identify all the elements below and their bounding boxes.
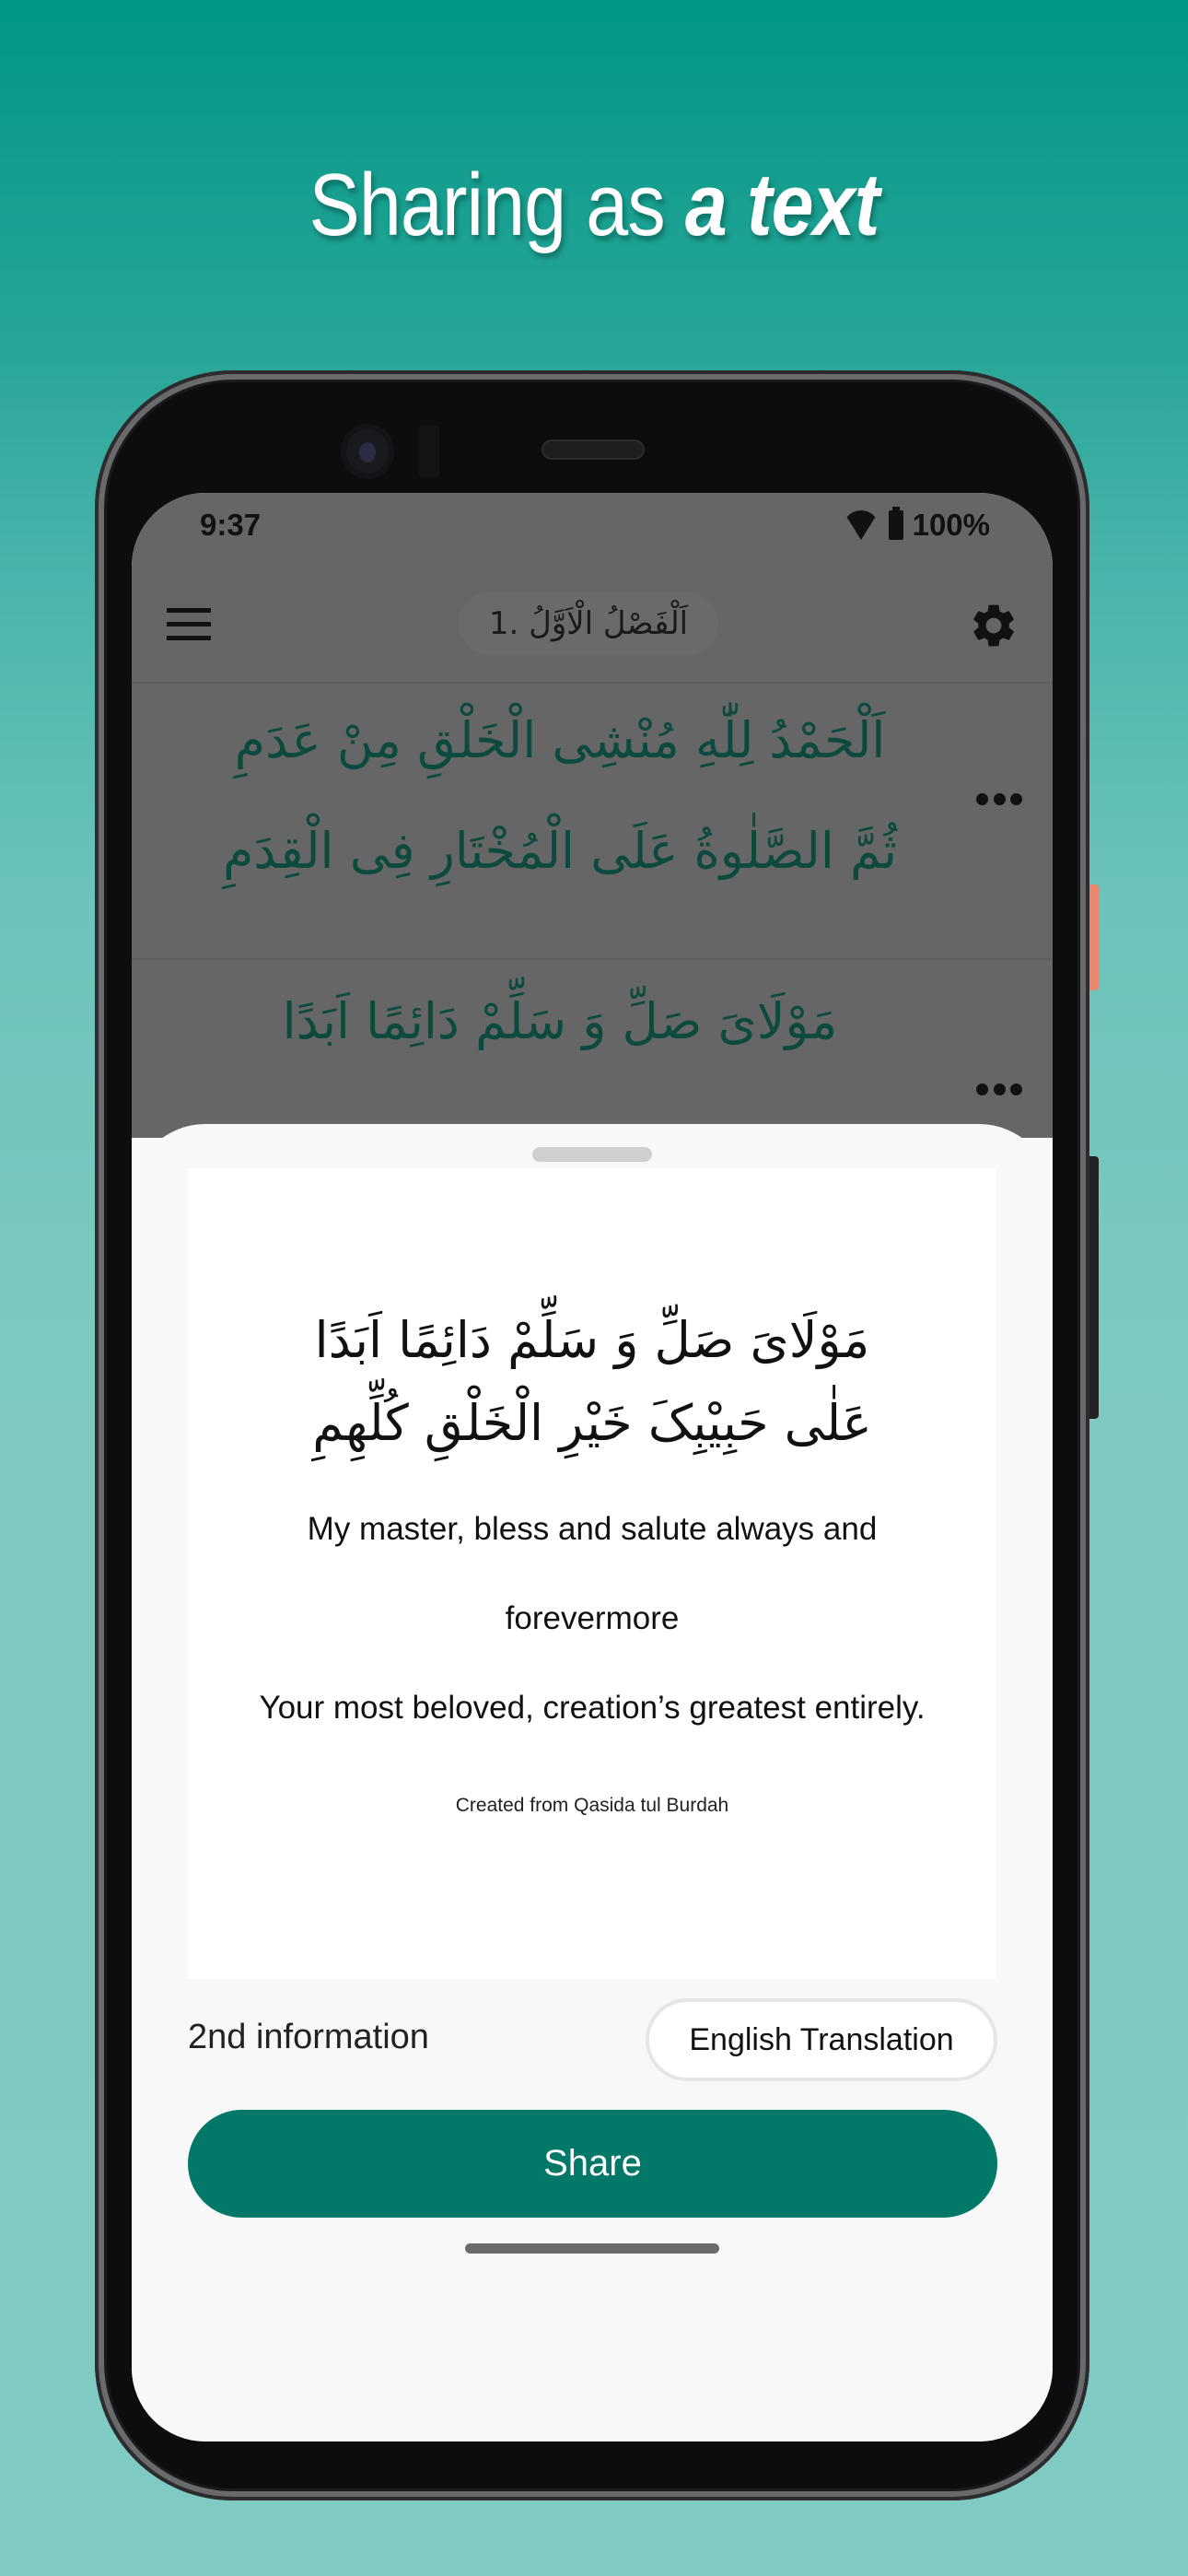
verse-row[interactable]: اَلْحَمْدُ لِلّٰهِ مُنْشِی الْخَلْقِ مِن…	[132, 682, 1053, 958]
preview-translation-line: forevermore	[505, 1600, 680, 1636]
battery-icon	[888, 507, 903, 540]
chapter-title[interactable]: اَلْفَصْلُ الْاَوَّلُ .1	[459, 592, 718, 655]
volume-button	[1089, 1156, 1099, 1419]
drag-handle[interactable]	[532, 1147, 652, 1162]
preview-arabic-line: عَلٰی حَبِیْبِکَ خَیْرِ الْخَلْقِ کُلِّه…	[312, 1394, 872, 1452]
secondary-info-selector[interactable]: English Translation	[646, 1998, 997, 2081]
preview-credit: Created from Qasida tul Burdah	[455, 1795, 729, 1816]
more-horizontal-icon[interactable]	[976, 1080, 1022, 1098]
app-bar: اَلْفَصْلُ الْاَوَّلُ .1	[132, 567, 1053, 677]
gear-icon[interactable]	[968, 600, 1019, 651]
page-headline: Sharing as a text	[83, 155, 1104, 256]
verse-line: مَوْلَایَ صَلِّ وَ سَلِّمْ دَائِمًا اَبَ…	[282, 992, 838, 1050]
power-button	[1089, 884, 1099, 990]
share-button[interactable]: Share	[188, 2110, 997, 2218]
share-preview-card: مَوْلَایَ صَلِّ وَ سَلِّمْ دَائِمًا اَبَ…	[188, 1168, 996, 1979]
status-time: 9:37	[200, 508, 262, 542]
dimmed-background[interactable]: 9:37 100% اَلْفَصْلُ الْاَوَّلُ .1 اَلْح…	[132, 493, 1053, 1138]
more-horizontal-icon[interactable]	[976, 790, 1022, 808]
front-camera-icon	[341, 424, 394, 479]
battery-percent: 100%	[912, 508, 990, 542]
preview-arabic-line: مَوْلَایَ صَلِّ وَ سَلِّمْ دَائِمًا اَبَ…	[314, 1311, 870, 1369]
home-indicator[interactable]	[465, 2243, 719, 2254]
earpiece-speaker-icon	[542, 439, 645, 460]
verse-line: اَلْحَمْدُ لِلّٰهِ مُنْشِی الْخَلْقِ مِن…	[234, 711, 886, 769]
status-icons: 100%	[842, 507, 990, 543]
verse-line: ثُمَّ الصَّلٰوةُ عَلَی الْمُخْتَارِ فِی …	[223, 822, 897, 880]
secondary-info-label: 2nd information	[188, 2018, 429, 2056]
wifi-icon	[842, 510, 879, 540]
headline-emphasis: a text	[684, 156, 879, 254]
preview-translation-line: Your most beloved, creation’s greatest e…	[259, 1690, 926, 1726]
status-bar: 9:37 100%	[132, 493, 1053, 557]
headline-plain: Sharing as	[309, 156, 685, 254]
sensor-icon	[419, 426, 439, 477]
menu-icon[interactable]	[167, 608, 211, 641]
preview-translation-line: My master, bless and salute always and	[307, 1511, 878, 1547]
phone-screen: 9:37 100% اَلْفَصْلُ الْاَوَّلُ .1 اَلْح…	[132, 493, 1053, 2441]
